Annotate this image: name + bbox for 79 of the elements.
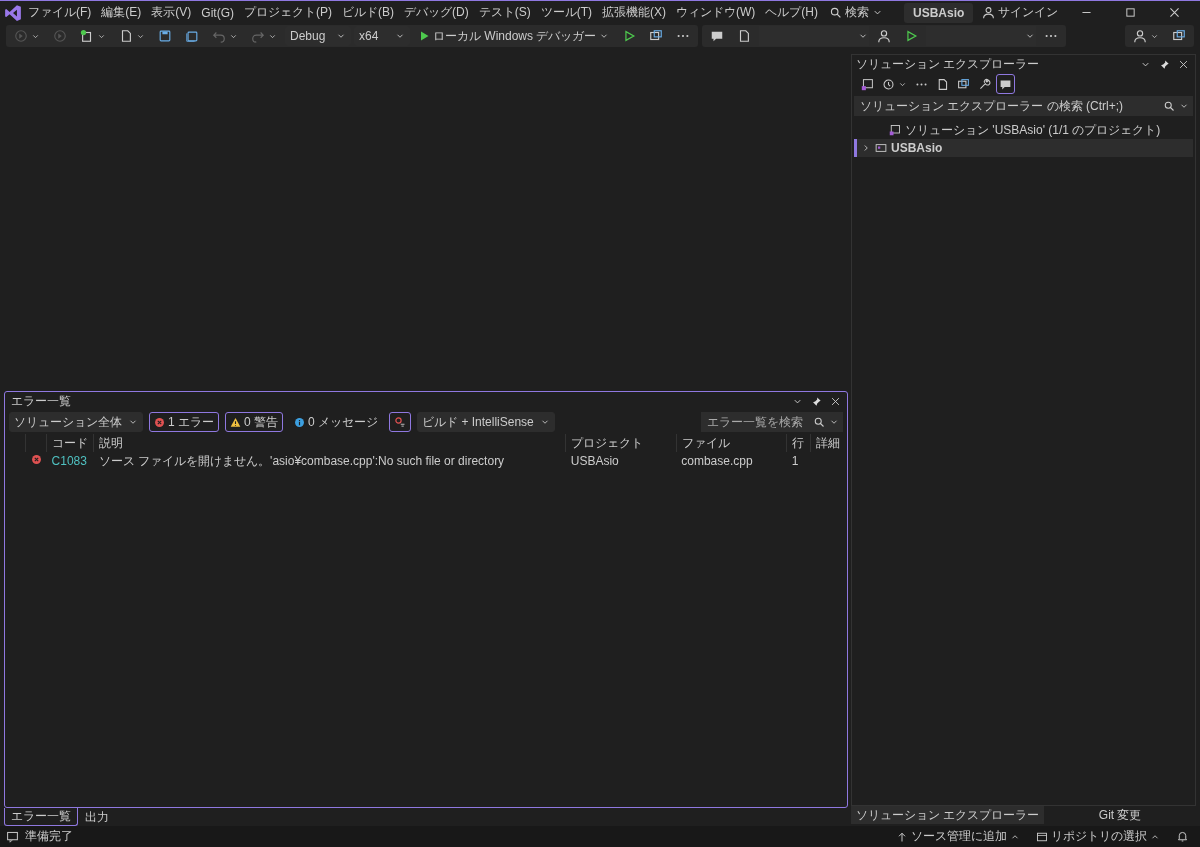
status-text: 準備完了 bbox=[25, 828, 73, 845]
menu-item[interactable]: ツール(T) bbox=[536, 2, 596, 23]
column-header[interactable]: ファイル bbox=[676, 434, 787, 452]
table-cell: C1083 bbox=[46, 452, 94, 470]
menu-item[interactable]: 表示(V) bbox=[147, 2, 196, 23]
play-icon bbox=[418, 30, 430, 42]
new-project-icon bbox=[80, 29, 94, 43]
scope-dropdown[interactable]: ソリューション全体 bbox=[9, 412, 143, 432]
search-icon bbox=[813, 416, 825, 428]
filter-toggle[interactable]: 0 警告 bbox=[225, 412, 284, 432]
column-header[interactable]: 行 bbox=[786, 434, 811, 452]
maximize-icon bbox=[1124, 6, 1138, 19]
menu-item[interactable]: ビルド(B) bbox=[338, 2, 398, 23]
column-header[interactable]: 詳細 bbox=[810, 434, 847, 452]
save-all-icon bbox=[185, 29, 199, 43]
panel-tab[interactable]: ソリューション エクスプローラー bbox=[851, 806, 1045, 824]
solution-name-button[interactable]: USBAsio bbox=[904, 2, 974, 23]
message-icon[interactable] bbox=[6, 830, 19, 843]
error-icon bbox=[154, 416, 165, 428]
history-icon bbox=[882, 77, 895, 91]
pin-icon bbox=[1159, 58, 1170, 70]
close-icon bbox=[1178, 58, 1189, 70]
info-icon bbox=[294, 416, 306, 428]
menu-item[interactable]: Git(G) bbox=[197, 2, 238, 23]
filter-toggle[interactable]: 1 エラー bbox=[149, 412, 219, 432]
project-icon bbox=[875, 142, 887, 154]
menu-item[interactable]: ウィンドウ(W) bbox=[672, 2, 760, 23]
menu-item[interactable]: 編集(E) bbox=[97, 2, 146, 23]
close-icon bbox=[830, 395, 841, 407]
tree-item[interactable]: USBAsio bbox=[854, 139, 1193, 157]
tree-item[interactable]: ソリューション 'USBAsio' (1/1 のプロジェクト) bbox=[854, 121, 1193, 139]
people-icon bbox=[877, 29, 892, 43]
table-cell: 1 bbox=[786, 452, 811, 470]
table-cell: USBAsio bbox=[565, 452, 677, 470]
close-icon bbox=[1168, 6, 1182, 19]
menu-item[interactable]: テスト(S) bbox=[474, 2, 535, 23]
panel-tab[interactable]: 出力 bbox=[78, 808, 116, 826]
table-cell: ソース ファイルを開けません。'asio¥combase.cpp':No such file or directory bbox=[93, 452, 566, 470]
app-logo bbox=[4, 3, 22, 22]
repository-icon bbox=[1036, 830, 1048, 843]
redo-icon bbox=[251, 29, 265, 43]
search-icon bbox=[829, 6, 842, 19]
search-field[interactable]: ソリューション エクスプローラー の検索 (Ctrl+;) bbox=[854, 96, 1193, 116]
window-icon bbox=[649, 29, 664, 43]
properties-icon bbox=[978, 77, 991, 91]
person-icon bbox=[982, 6, 996, 19]
run-button[interactable]: ローカル Windows デバッガー bbox=[413, 26, 615, 46]
comment-icon bbox=[710, 29, 725, 43]
new-file-icon bbox=[119, 29, 133, 43]
column-header[interactable]: 説明 bbox=[93, 434, 566, 452]
menu-item[interactable]: ヘルプ(H) bbox=[761, 2, 822, 23]
panel-title: ソリューション エクスプローラー bbox=[856, 55, 1041, 73]
table-cell: combase.cpp bbox=[676, 452, 787, 470]
menu-item[interactable]: プロジェクト(P) bbox=[240, 2, 336, 23]
error-icon bbox=[30, 454, 42, 465]
warning-icon bbox=[230, 416, 241, 428]
panel-title: エラー一覧 bbox=[11, 392, 72, 410]
search-button[interactable]: 検索 bbox=[824, 2, 888, 23]
up-arrow-icon bbox=[896, 830, 908, 843]
search-field[interactable]: エラー一覧を検索 bbox=[701, 412, 843, 432]
play-icon bbox=[904, 29, 919, 43]
save-icon bbox=[158, 29, 172, 43]
bell-icon bbox=[1176, 830, 1189, 843]
filter-toggle[interactable]: 0 メッセージ bbox=[289, 412, 384, 432]
start-without-debugging-icon bbox=[622, 29, 637, 43]
sign-in-button[interactable]: サインイン bbox=[977, 2, 1064, 23]
menu-item[interactable]: ファイル(F) bbox=[24, 2, 96, 23]
status-button[interactable]: ソース管理に追加 bbox=[891, 826, 1025, 847]
column-header[interactable]: コード bbox=[46, 434, 94, 452]
menu-item[interactable]: 拡張機能(X) bbox=[598, 2, 670, 23]
menu-item[interactable]: デバッグ(D) bbox=[400, 2, 473, 23]
pin-icon bbox=[811, 395, 822, 407]
file-icon bbox=[737, 29, 752, 43]
solution-icon bbox=[889, 124, 901, 136]
source-dropdown[interactable]: ビルド + IntelliSense bbox=[417, 412, 555, 432]
search-icon bbox=[1163, 100, 1175, 112]
undo-icon bbox=[212, 29, 226, 43]
status-button[interactable]: リポジトリの選択 bbox=[1031, 826, 1165, 847]
column-header[interactable]: プロジェクト bbox=[565, 434, 677, 452]
